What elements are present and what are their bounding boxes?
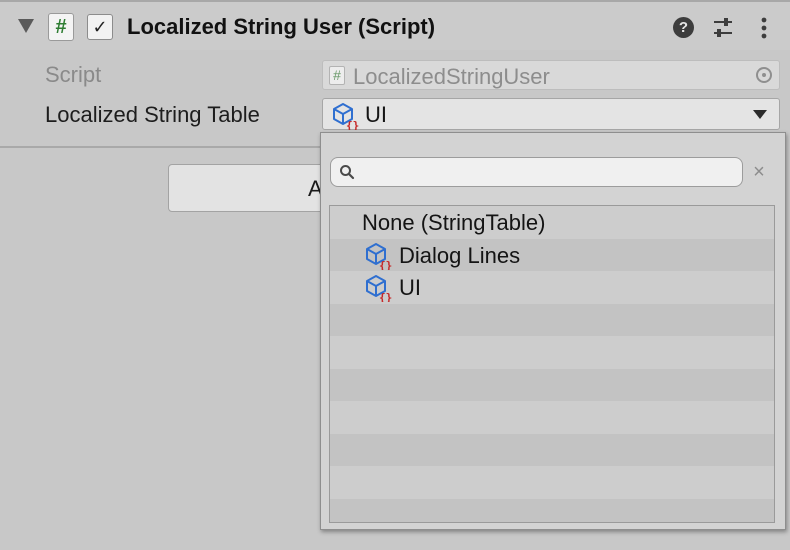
presets-icon[interactable] (711, 16, 735, 40)
selected-table-value: UI (365, 102, 387, 127)
popup-search-field[interactable] (330, 157, 743, 187)
enabled-checkbox[interactable]: ✓ (87, 14, 113, 40)
list-empty-row (330, 303, 774, 336)
table-option-list: None (StringTable) {} Dialog Lines {} UI (329, 205, 775, 523)
script-label: Script (45, 62, 102, 87)
component-title: Localized String User (Script) (127, 14, 436, 39)
string-table-icon: {} (366, 242, 392, 270)
context-menu-icon[interactable] (756, 16, 772, 40)
script-icon: # (48, 13, 74, 41)
component-header: # ✓ Localized String User (Script) ? (0, 0, 790, 50)
script-value: LocalizedStringUser (353, 64, 550, 89)
script-object-field: # LocalizedStringUser (322, 60, 780, 90)
section-divider (0, 146, 322, 148)
search-icon (340, 165, 355, 180)
list-item-ui[interactable]: {} UI (330, 271, 774, 304)
list-empty-row (330, 466, 774, 499)
clear-search-icon[interactable]: × (749, 157, 769, 187)
svg-text:{}: {} (379, 291, 392, 302)
list-empty-row (330, 498, 774, 522)
list-item-label: Dialog Lines (399, 242, 521, 268)
svg-text:{}: {} (379, 259, 392, 270)
object-picker-icon[interactable] (756, 67, 772, 83)
list-empty-row (330, 433, 774, 466)
script-file-icon: # (329, 66, 345, 85)
string-table-icon: {} (333, 103, 359, 130)
list-item-none[interactable]: None (StringTable) (330, 206, 774, 239)
list-item-dialog-lines[interactable]: {} Dialog Lines (330, 238, 774, 271)
list-empty-row (330, 336, 774, 369)
table-selection-popup: × None (StringTable) {} Dialog Lines {} (320, 132, 786, 530)
inspector-panel: # ✓ Localized String User (Script) ? Scr… (0, 0, 790, 550)
list-empty-row (330, 368, 774, 401)
list-empty-row (330, 401, 774, 434)
search-input[interactable] (361, 160, 731, 184)
list-item-label: UI (399, 275, 421, 300)
chevron-down-icon (753, 110, 767, 119)
svg-text:{}: {} (346, 119, 359, 130)
foldout-arrow-icon[interactable] (18, 19, 34, 33)
help-icon[interactable]: ? (673, 17, 694, 38)
localized-string-table-dropdown[interactable]: {} UI (322, 98, 780, 130)
localized-string-table-label: Localized String Table (45, 102, 260, 127)
list-item-label: None (StringTable) (362, 210, 546, 235)
string-table-icon: {} (366, 275, 392, 302)
